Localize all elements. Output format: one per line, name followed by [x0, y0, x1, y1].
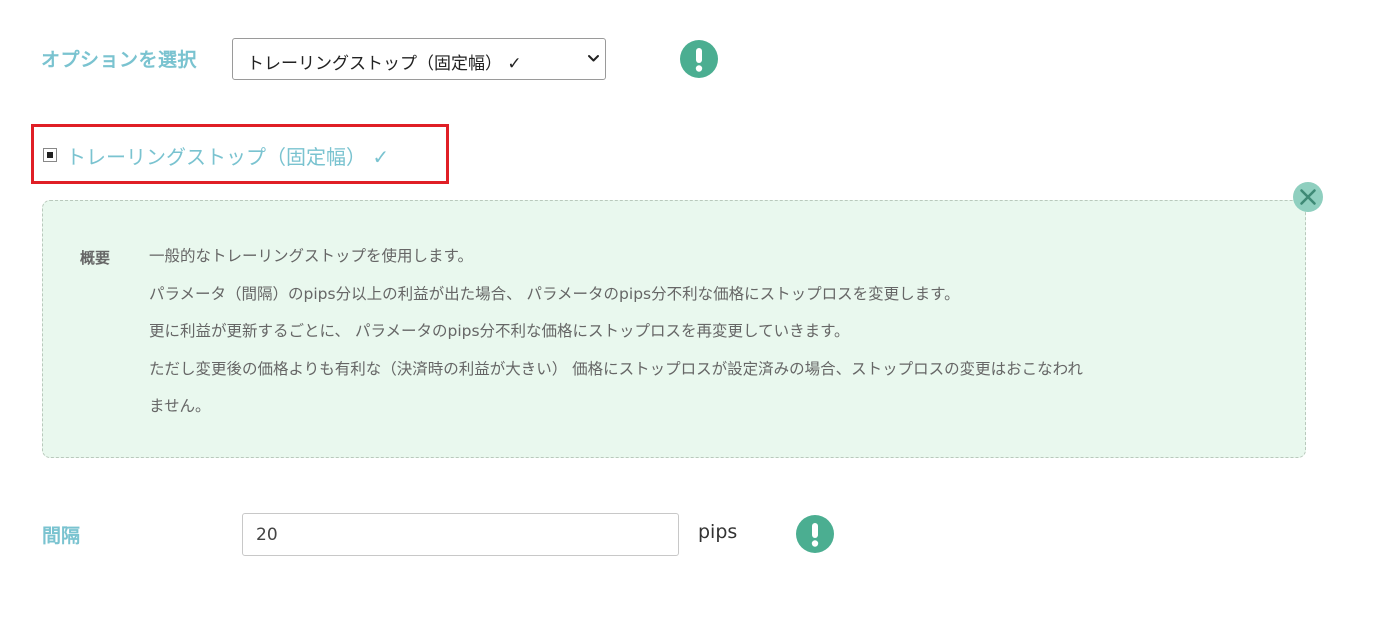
description-heading: 概要	[80, 249, 111, 267]
description-line: パラメータ（間隔）のpips分以上の利益が出た場合、 パラメータのpips分不利…	[149, 284, 960, 303]
chevron-down-icon	[588, 55, 599, 62]
option-checkbox-label[interactable]: トレーリングストップ（固定幅） ✓	[66, 141, 389, 170]
option-select-label: オプションを選択	[41, 49, 198, 71]
option-select-value: トレーリングストップ（固定幅） ✓	[247, 54, 522, 74]
description-panel: 概要 一般的なトレーリングストップを使用します。 パラメータ（間隔）のpips分…	[42, 200, 1306, 458]
interval-input[interactable]	[242, 513, 679, 556]
description-line: ただし変更後の価格よりも有利な（決済時の利益が大きい） 価格にストップロスが設定…	[149, 359, 1083, 378]
description-line: ません。	[149, 397, 211, 415]
exclamation-circle-icon[interactable]	[680, 40, 718, 78]
interval-unit: pips	[698, 521, 738, 543]
exclamation-circle-icon[interactable]	[796, 515, 834, 553]
option-checkbox[interactable]	[43, 148, 57, 162]
description-line: 更に利益が更新するごとに、 パラメータのpips分不利な価格にストップロスを再変…	[149, 322, 850, 340]
close-circle-icon[interactable]	[1293, 182, 1323, 212]
description-text: 一般的なトレーリングストップを使用します。 パラメータ（間隔）のpips分以上の…	[149, 244, 1229, 432]
interval-label: 間隔	[42, 525, 81, 547]
option-select-dropdown[interactable]: トレーリングストップ（固定幅） ✓	[232, 38, 606, 80]
description-line: 一般的なトレーリングストップを使用します。	[149, 247, 473, 265]
